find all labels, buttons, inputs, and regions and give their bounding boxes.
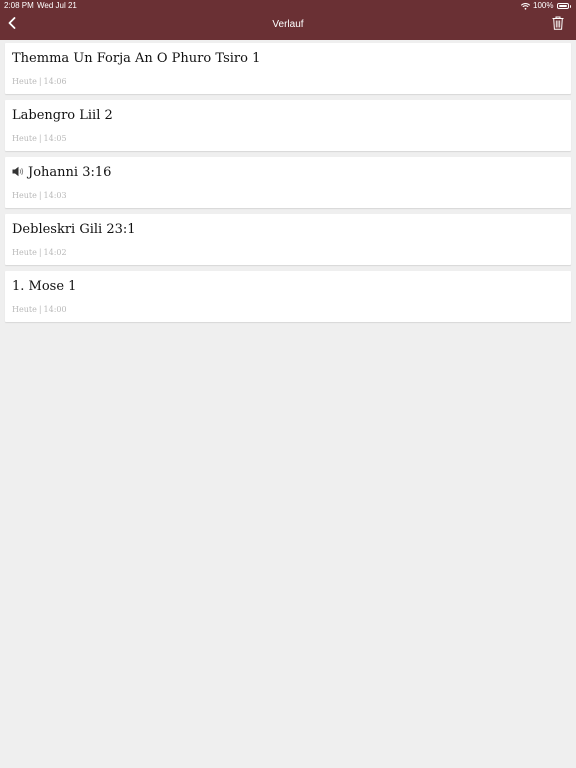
history-item-meta: Heute | 14:00 <box>12 305 67 315</box>
history-item-title: Themma Un Forja An O Phuro Tsiro 1 <box>12 51 261 66</box>
history-item-meta: Heute | 14:05 <box>12 134 67 144</box>
history-item-time: 14:05 <box>43 134 67 143</box>
meta-separator: | <box>38 134 42 143</box>
meta-separator: | <box>38 191 42 200</box>
history-item-title: 1. Mose 1 <box>12 279 77 294</box>
meta-separator: | <box>38 77 42 86</box>
wifi-icon <box>521 2 531 10</box>
history-item-meta: Heute | 14:03 <box>12 191 67 201</box>
speaker-icon <box>12 166 25 182</box>
status-time: 2:08 PM <box>4 1 34 10</box>
history-item-meta: Heute | 14:06 <box>12 77 67 87</box>
history-item-day: Heute <box>12 134 37 143</box>
history-item[interactable]: 1. Mose 1 Heute | 14:00 <box>5 271 571 322</box>
history-item-time: 14:02 <box>43 248 67 257</box>
meta-separator: | <box>38 248 42 257</box>
battery-fill <box>558 5 567 7</box>
page-title: Verlauf <box>272 19 304 30</box>
history-item-title: Johanni 3:16 <box>12 165 111 182</box>
history-item[interactable]: Labengro Liil 2 Heute | 14:05 <box>5 100 571 151</box>
history-item-time: 14:00 <box>43 305 67 314</box>
history-item-title: Debleskri Gili 23:1 <box>12 222 136 237</box>
history-item-meta: Heute | 14:02 <box>12 248 67 258</box>
history-item-time: 14:06 <box>43 77 67 86</box>
status-right: 100% <box>521 0 571 12</box>
history-item-time: 14:03 <box>43 191 67 200</box>
history-item[interactable]: Debleskri Gili 23:1 Heute | 14:02 <box>5 214 571 265</box>
history-item-day: Heute <box>12 305 37 314</box>
battery-percent: 100% <box>533 1 554 10</box>
meta-separator: | <box>38 305 42 314</box>
history-item-day: Heute <box>12 77 37 86</box>
status-bar: 2:08 PM Wed Jul 21 100% <box>0 0 576 12</box>
navigation-bar: 2:08 PM Wed Jul 21 100% Verlauf <box>0 0 576 40</box>
status-date: Wed Jul 21 <box>37 1 77 10</box>
history-item-day: Heute <box>12 191 37 200</box>
history-item[interactable]: Johanni 3:16 Heute | 14:03 <box>5 157 571 208</box>
history-item-title: Labengro Liil 2 <box>12 108 113 123</box>
history-item-day: Heute <box>12 248 37 257</box>
trash-icon <box>552 16 564 35</box>
clear-history-button[interactable] <box>550 15 566 35</box>
battery-icon <box>556 3 571 9</box>
history-item[interactable]: Themma Un Forja An O Phuro Tsiro 1 Heute… <box>5 43 571 94</box>
history-list: Themma Un Forja An O Phuro Tsiro 1 Heute… <box>5 43 571 328</box>
